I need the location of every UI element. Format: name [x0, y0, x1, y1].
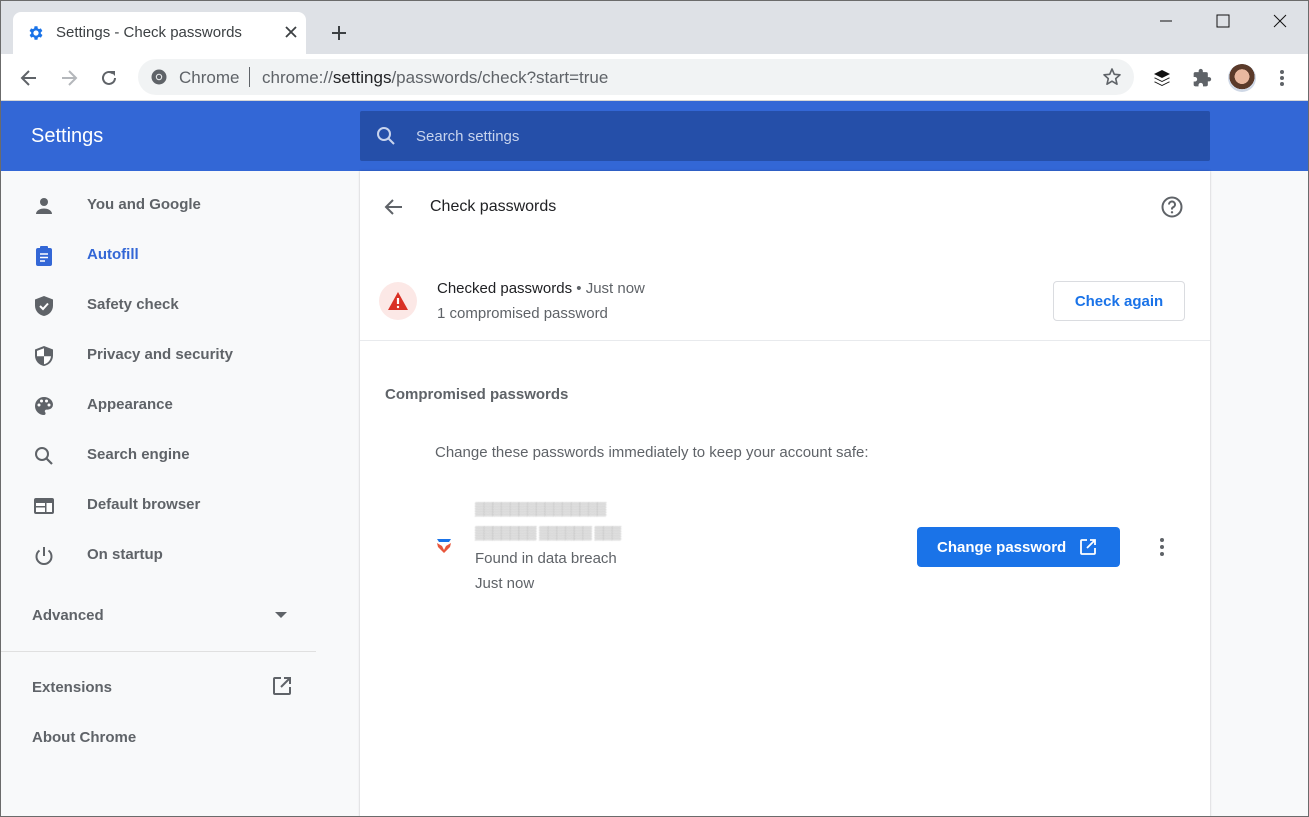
forward-icon[interactable]	[55, 64, 83, 92]
sidebar-divider	[1, 651, 316, 652]
tab-title: Settings - Check passwords	[56, 24, 242, 41]
sidebar-item-appearance[interactable]: Appearance	[1, 381, 316, 431]
search-icon	[35, 447, 53, 465]
username-redacted: ▒▒▒▒▒▒▒ ▒▒▒▒▒▒ ▒▒▒	[475, 525, 621, 540]
sidebar-item-label: Privacy and security	[87, 346, 233, 363]
sidebar-item-search-engine[interactable]: Search engine	[1, 431, 316, 481]
status-title-text: Checked passwords	[437, 280, 573, 297]
maximize-icon[interactable]	[1200, 7, 1246, 35]
url-host: settings	[332, 68, 392, 87]
sidebar-item-privacy-and-security[interactable]: Privacy and security	[1, 331, 316, 381]
url-scheme: chrome://	[262, 68, 333, 87]
star-icon[interactable]	[1102, 67, 1122, 87]
password-check-status: Checked passwords • Just now 1 compromis…	[360, 263, 1210, 341]
sidebar-item-label: You and Google	[87, 196, 201, 213]
chevron-down-icon	[275, 612, 287, 618]
close-icon[interactable]	[1257, 7, 1303, 35]
compromised-section-description: Change these passwords immediately to ke…	[435, 444, 869, 461]
back-arrow-icon[interactable]	[382, 195, 406, 219]
chrome-logo-icon	[151, 69, 167, 85]
breach-time: Just now	[475, 575, 535, 592]
omnibox-separator	[249, 67, 250, 87]
site-chip-label: Chrome	[179, 68, 240, 87]
omnibox[interactable]: Chrome chrome://settings/passwords/check…	[138, 59, 1134, 95]
tab-settings[interactable]: Settings - Check passwords	[13, 12, 306, 54]
check-again-button[interactable]: Check again	[1053, 281, 1185, 321]
change-password-button[interactable]: Change password	[917, 527, 1120, 567]
open-in-new-icon	[273, 677, 291, 695]
sidebar-item-on-startup[interactable]: On startup	[1, 531, 316, 581]
sidebar-item-safety-check[interactable]: Safety check	[1, 281, 316, 331]
site-favicon-icon	[437, 539, 451, 553]
sidebar-item-label: Safety check	[87, 296, 179, 313]
shield-check-icon	[35, 296, 53, 316]
more-actions-icon[interactable]	[1150, 535, 1174, 559]
sidebar-advanced-toggle[interactable]: Advanced	[1, 591, 316, 641]
sidebar-item-about-chrome[interactable]: About Chrome	[1, 721, 316, 765]
minimize-icon[interactable]	[1143, 7, 1189, 35]
status-summary: 1 compromised password	[437, 305, 608, 322]
person-icon	[36, 198, 52, 214]
url-text[interactable]: chrome://settings/passwords/check?start=…	[262, 68, 608, 88]
check-passwords-card: Check passwords Checked passwords • Just…	[360, 171, 1210, 816]
sidebar-item-extensions[interactable]: Extensions	[1, 671, 316, 715]
back-icon[interactable]	[15, 64, 43, 92]
breach-status: Found in data breach	[475, 550, 617, 567]
sidebar-item-label: Default browser	[87, 496, 201, 513]
browser-toolbar: Chrome chrome://settings/passwords/check…	[1, 54, 1308, 101]
browser-window-icon	[34, 498, 54, 514]
plus-icon[interactable]	[327, 21, 351, 45]
open-in-new-icon	[1080, 539, 1097, 555]
sidebar-item-autofill[interactable]: Autofill	[1, 231, 316, 281]
status-separator: •	[576, 280, 582, 297]
settings-header: Settings	[1, 101, 1308, 171]
page-title: Check passwords	[430, 198, 557, 215]
sidebar-item-label: On startup	[87, 546, 163, 563]
sidebar-item-you-and-google[interactable]: You and Google	[1, 181, 316, 231]
compromised-password-row: ▒▒▒▒▒▒▒▒▒▒▒▒▒▒▒ ▒▒▒▒▒▒▒ ▒▒▒▒▒▒ ▒▒▒ Found…	[360, 496, 1210, 596]
change-password-label: Change password	[937, 538, 1067, 556]
settings-title: Settings	[31, 125, 104, 147]
reload-icon[interactable]	[95, 64, 123, 92]
menu-kebab-icon[interactable]	[1268, 64, 1296, 92]
power-icon	[35, 547, 53, 565]
extensions-label: Extensions	[32, 679, 113, 696]
tab-close-icon[interactable]	[281, 22, 301, 42]
extensions-puzzle-icon[interactable]	[1188, 64, 1216, 92]
browser-window: Settings - Check passwords Chrome chrome…	[0, 0, 1309, 817]
status-time: Just now	[585, 280, 645, 297]
palette-icon	[35, 397, 53, 415]
warning-badge	[379, 282, 417, 320]
advanced-label: Advanced	[32, 607, 104, 624]
clipboard-icon	[36, 246, 52, 266]
search-settings-input[interactable]	[416, 123, 1176, 149]
site-name-redacted: ▒▒▒▒▒▒▒▒▒▒▒▒▒▒▒	[475, 501, 606, 516]
search-icon	[377, 127, 395, 145]
settings-sidebar: You and Google Autofill Safety check Pri…	[1, 171, 316, 816]
shield-half-icon	[35, 346, 53, 366]
search-settings-box[interactable]	[360, 111, 1210, 161]
warning-triangle-icon	[388, 292, 408, 310]
sidebar-item-label: Appearance	[87, 396, 173, 413]
url-path: /passwords/check?start=true	[391, 68, 609, 87]
about-chrome-label: About Chrome	[32, 729, 137, 746]
buffer-extension-icon[interactable]	[1148, 64, 1176, 92]
compromised-section-title: Compromised passwords	[385, 386, 569, 403]
profile-avatar[interactable]	[1228, 64, 1256, 92]
help-icon[interactable]	[1160, 195, 1184, 219]
sidebar-item-default-browser[interactable]: Default browser	[1, 481, 316, 531]
sidebar-item-label: Autofill	[87, 246, 139, 263]
gear-icon	[29, 26, 43, 40]
status-title: Checked passwords • Just now	[437, 280, 645, 297]
tab-strip: Settings - Check passwords	[1, 1, 1308, 54]
sidebar-item-label: Search engine	[87, 446, 190, 463]
